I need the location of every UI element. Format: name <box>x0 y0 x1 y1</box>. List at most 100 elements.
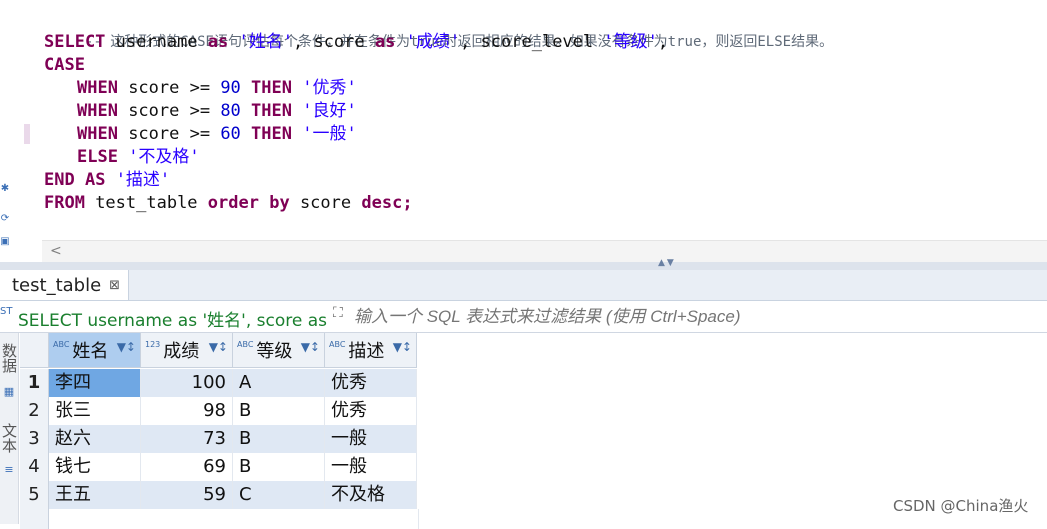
number-type-icon: 123 <box>145 339 161 349</box>
table-row[interactable]: 3 赵六 73 B 一般 <box>20 425 417 453</box>
string-literal: '优秀' <box>302 78 357 98</box>
tab-test-table[interactable]: test_table ⊠ <box>0 270 130 300</box>
column-header-level[interactable]: ABC 等级 ▼↕ <box>233 333 325 368</box>
cell-desc[interactable]: 优秀 <box>325 369 417 397</box>
kw-when: WHEN <box>77 101 118 121</box>
sql-line-when-2: WHEN score >= 80 THEN '良好' <box>77 100 357 122</box>
code-text: , score <box>292 32 375 52</box>
cell-score[interactable]: 73 <box>141 425 233 453</box>
sort-filter-icon[interactable]: ▼↕ <box>393 340 412 354</box>
expand-icon[interactable]: ⛶ <box>333 305 343 321</box>
string-literal: '等级' <box>603 32 658 52</box>
editor-horizontal-scrollbar[interactable]: < <box>42 240 1047 263</box>
filter-query-text[interactable]: SELECT username as '姓名', score as <box>18 306 327 331</box>
cell-name[interactable]: 李四 <box>49 369 141 397</box>
sql-toggle-icon[interactable]: ST <box>0 306 12 317</box>
sort-filter-icon[interactable]: ▼↕ <box>117 340 136 354</box>
string-literal: '姓名' <box>228 32 293 52</box>
kw-from: FROM <box>44 193 85 213</box>
kw-as: AS <box>84 170 106 190</box>
collapse-arrows-icon[interactable]: ▲▼ <box>658 258 676 268</box>
sql-comment-line: -- 这种形式的CASE语句评估每个条件，并在条件为true时返回相应的结果。如… <box>44 8 833 50</box>
code-text: score >= <box>117 101 221 121</box>
result-view-switcher: 数据 ▦ 文本 ≡ <box>0 333 19 524</box>
row-number-empty <box>20 509 49 529</box>
cell-name[interactable]: 赵六 <box>49 425 141 453</box>
filter-input[interactable] <box>352 303 1046 330</box>
row-number[interactable]: 4 <box>20 453 49 481</box>
close-icon[interactable]: ⊠ <box>109 278 120 293</box>
cell-desc[interactable]: 一般 <box>325 453 417 481</box>
sort-filter-icon[interactable]: ▼↕ <box>301 340 320 354</box>
sql-editor[interactable]: ✱ ⟳ ▣ -- 这种形式的CASE语句评估每个条件，并在条件为true时返回相… <box>0 0 1047 263</box>
scroll-left-icon[interactable]: < <box>50 243 62 259</box>
code-text: , <box>657 32 669 52</box>
results-tab-bar: test_table ⊠ <box>0 270 1047 301</box>
cell-desc[interactable]: 一般 <box>325 425 417 453</box>
text-icon[interactable]: ≡ <box>1 463 17 476</box>
kw-then: THEN <box>251 101 292 121</box>
grid-header: ABC 姓名 ▼↕ 123 成绩 ▼↕ ABC 等级 ▼↕ ABC 描述 ▼↕ <box>20 333 417 369</box>
grid-icon[interactable]: ▦ <box>1 385 17 398</box>
cell-name[interactable]: 钱七 <box>49 453 141 481</box>
cell-level[interactable]: C <box>233 481 325 509</box>
current-line-marker <box>24 124 30 144</box>
column-header-label: 等级 <box>256 341 293 362</box>
tab-grid-view[interactable]: 数据 <box>0 343 18 373</box>
code-text: test_table <box>84 193 208 213</box>
cell-level[interactable]: B <box>233 397 325 425</box>
cell-name[interactable]: 张三 <box>49 397 141 425</box>
row-number[interactable]: 3 <box>20 425 49 453</box>
cell-level[interactable]: A <box>233 369 325 397</box>
column-header-name[interactable]: ABC 姓名 ▼↕ <box>49 333 141 368</box>
cell-level[interactable]: B <box>233 453 325 481</box>
kw-by: by <box>269 193 290 213</box>
cell-score[interactable]: 100 <box>141 369 233 397</box>
sql-line-when-1: WHEN score >= 90 THEN '优秀' <box>77 77 357 99</box>
filter-bar: ST SELECT username as '姓名', score as ⛶ <box>0 301 1047 333</box>
panel-splitter[interactable] <box>0 262 1047 270</box>
number-literal: 80 <box>220 101 241 121</box>
cell-name[interactable]: 王五 <box>49 481 141 509</box>
row-number[interactable]: 5 <box>20 481 49 509</box>
cell-score[interactable]: 69 <box>141 453 233 481</box>
table-row[interactable]: 1 李四 100 A 优秀 <box>20 369 417 397</box>
kw-desc: desc <box>361 193 403 213</box>
string-literal: '描述' <box>105 170 171 190</box>
column-header-desc[interactable]: ABC 描述 ▼↕ <box>325 333 417 368</box>
row-number[interactable]: 1 <box>20 369 49 397</box>
sql-line-when-3: WHEN score >= 60 THEN '一般' <box>77 123 357 145</box>
cell-score[interactable]: 98 <box>141 397 233 425</box>
kw-then: THEN <box>251 124 292 144</box>
lock-icon[interactable]: ▣ <box>0 236 10 248</box>
kw-then: THEN <box>251 78 292 98</box>
string-literal: '一般' <box>302 124 357 144</box>
kw-end: END <box>44 170 75 190</box>
column-header-label: 描述 <box>348 341 385 362</box>
sort-filter-icon[interactable]: ▼↕ <box>209 340 228 354</box>
kw-case: CASE <box>44 55 85 75</box>
string-literal: '良好' <box>302 101 357 121</box>
cell-score[interactable]: 59 <box>141 481 233 509</box>
sql-line-else: ELSE '不及格' <box>77 146 200 168</box>
kw-order: order <box>207 193 259 213</box>
number-literal: 90 <box>220 78 241 98</box>
cell-level[interactable]: B <box>233 425 325 453</box>
table-row[interactable]: 5 王五 59 C 不及格 <box>20 481 417 509</box>
column-header-score[interactable]: 123 成绩 ▼↕ <box>141 333 233 368</box>
text-type-icon: ABC <box>237 339 254 349</box>
cell-desc[interactable]: 优秀 <box>325 397 417 425</box>
text-type-icon: ABC <box>329 339 346 349</box>
kw-select: SELECT <box>44 32 106 52</box>
sql-line-case: CASE <box>44 54 85 76</box>
refresh-icon[interactable]: ⟳ <box>0 213 10 225</box>
tab-label: test_table <box>12 274 102 296</box>
code-text: score <box>289 193 362 213</box>
column-header-label: 成绩 <box>163 341 200 362</box>
gear-icon[interactable]: ✱ <box>0 183 10 195</box>
row-number[interactable]: 2 <box>20 397 49 425</box>
table-row[interactable]: 2 张三 98 B 优秀 <box>20 397 417 425</box>
cell-desc[interactable]: 不及格 <box>325 481 417 509</box>
table-row[interactable]: 4 钱七 69 B 一般 <box>20 453 417 481</box>
tab-text-view[interactable]: 文本 <box>0 423 18 453</box>
